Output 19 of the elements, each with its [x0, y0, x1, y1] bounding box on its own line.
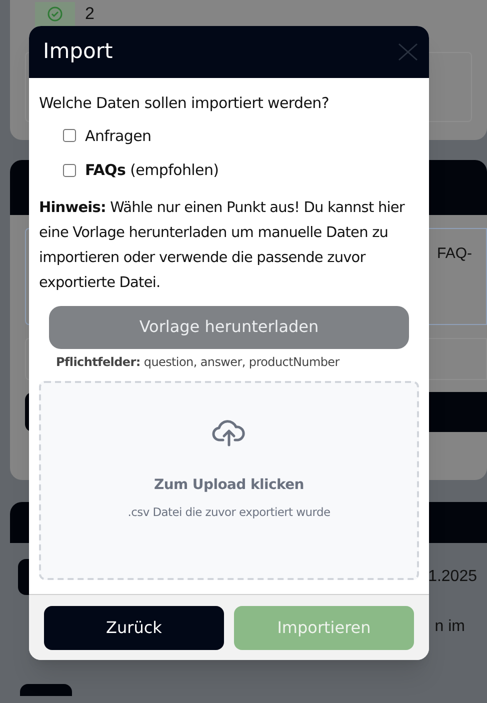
date-text: 1.2025 [428, 567, 477, 587]
back-button[interactable]: Zurück [44, 606, 224, 650]
dialog-title: Import [43, 38, 113, 66]
option-label: Anfragen [85, 126, 152, 146]
count-text: 2 [85, 4, 94, 24]
option-label: FAQs (empfohlen) [85, 160, 219, 181]
row-text: FAQ- [436, 244, 472, 264]
dropzone-title: Zum Upload klicken [154, 476, 304, 494]
dropzone-hint: .csv Datei die zuvor exportiert wurde [128, 504, 330, 520]
cloud-upload-icon [212, 418, 246, 446]
upload-dropzone[interactable]: Zum Upload klicken .csv Datei die zuvor exportiert wurde [39, 380, 419, 580]
paragraph-text: n im [434, 617, 465, 637]
checkbox[interactable] [63, 164, 76, 177]
hint-text: Hinweis: Wähle nur einen Punkt aus! Du kannst hier eine Vorlage herunterladen um manuelle Daten zu importieren oder verwende die passende zuvor exportierte Datei. [39, 198, 406, 292]
dark-pill [20, 684, 72, 696]
check-circle-icon [47, 6, 63, 22]
question-text: Welche Daten sollen importiert werden? [39, 93, 330, 114]
required-fields-text: Pflichtfelder: question, answer, productNumber [55, 354, 341, 370]
checkbox[interactable] [63, 129, 76, 142]
